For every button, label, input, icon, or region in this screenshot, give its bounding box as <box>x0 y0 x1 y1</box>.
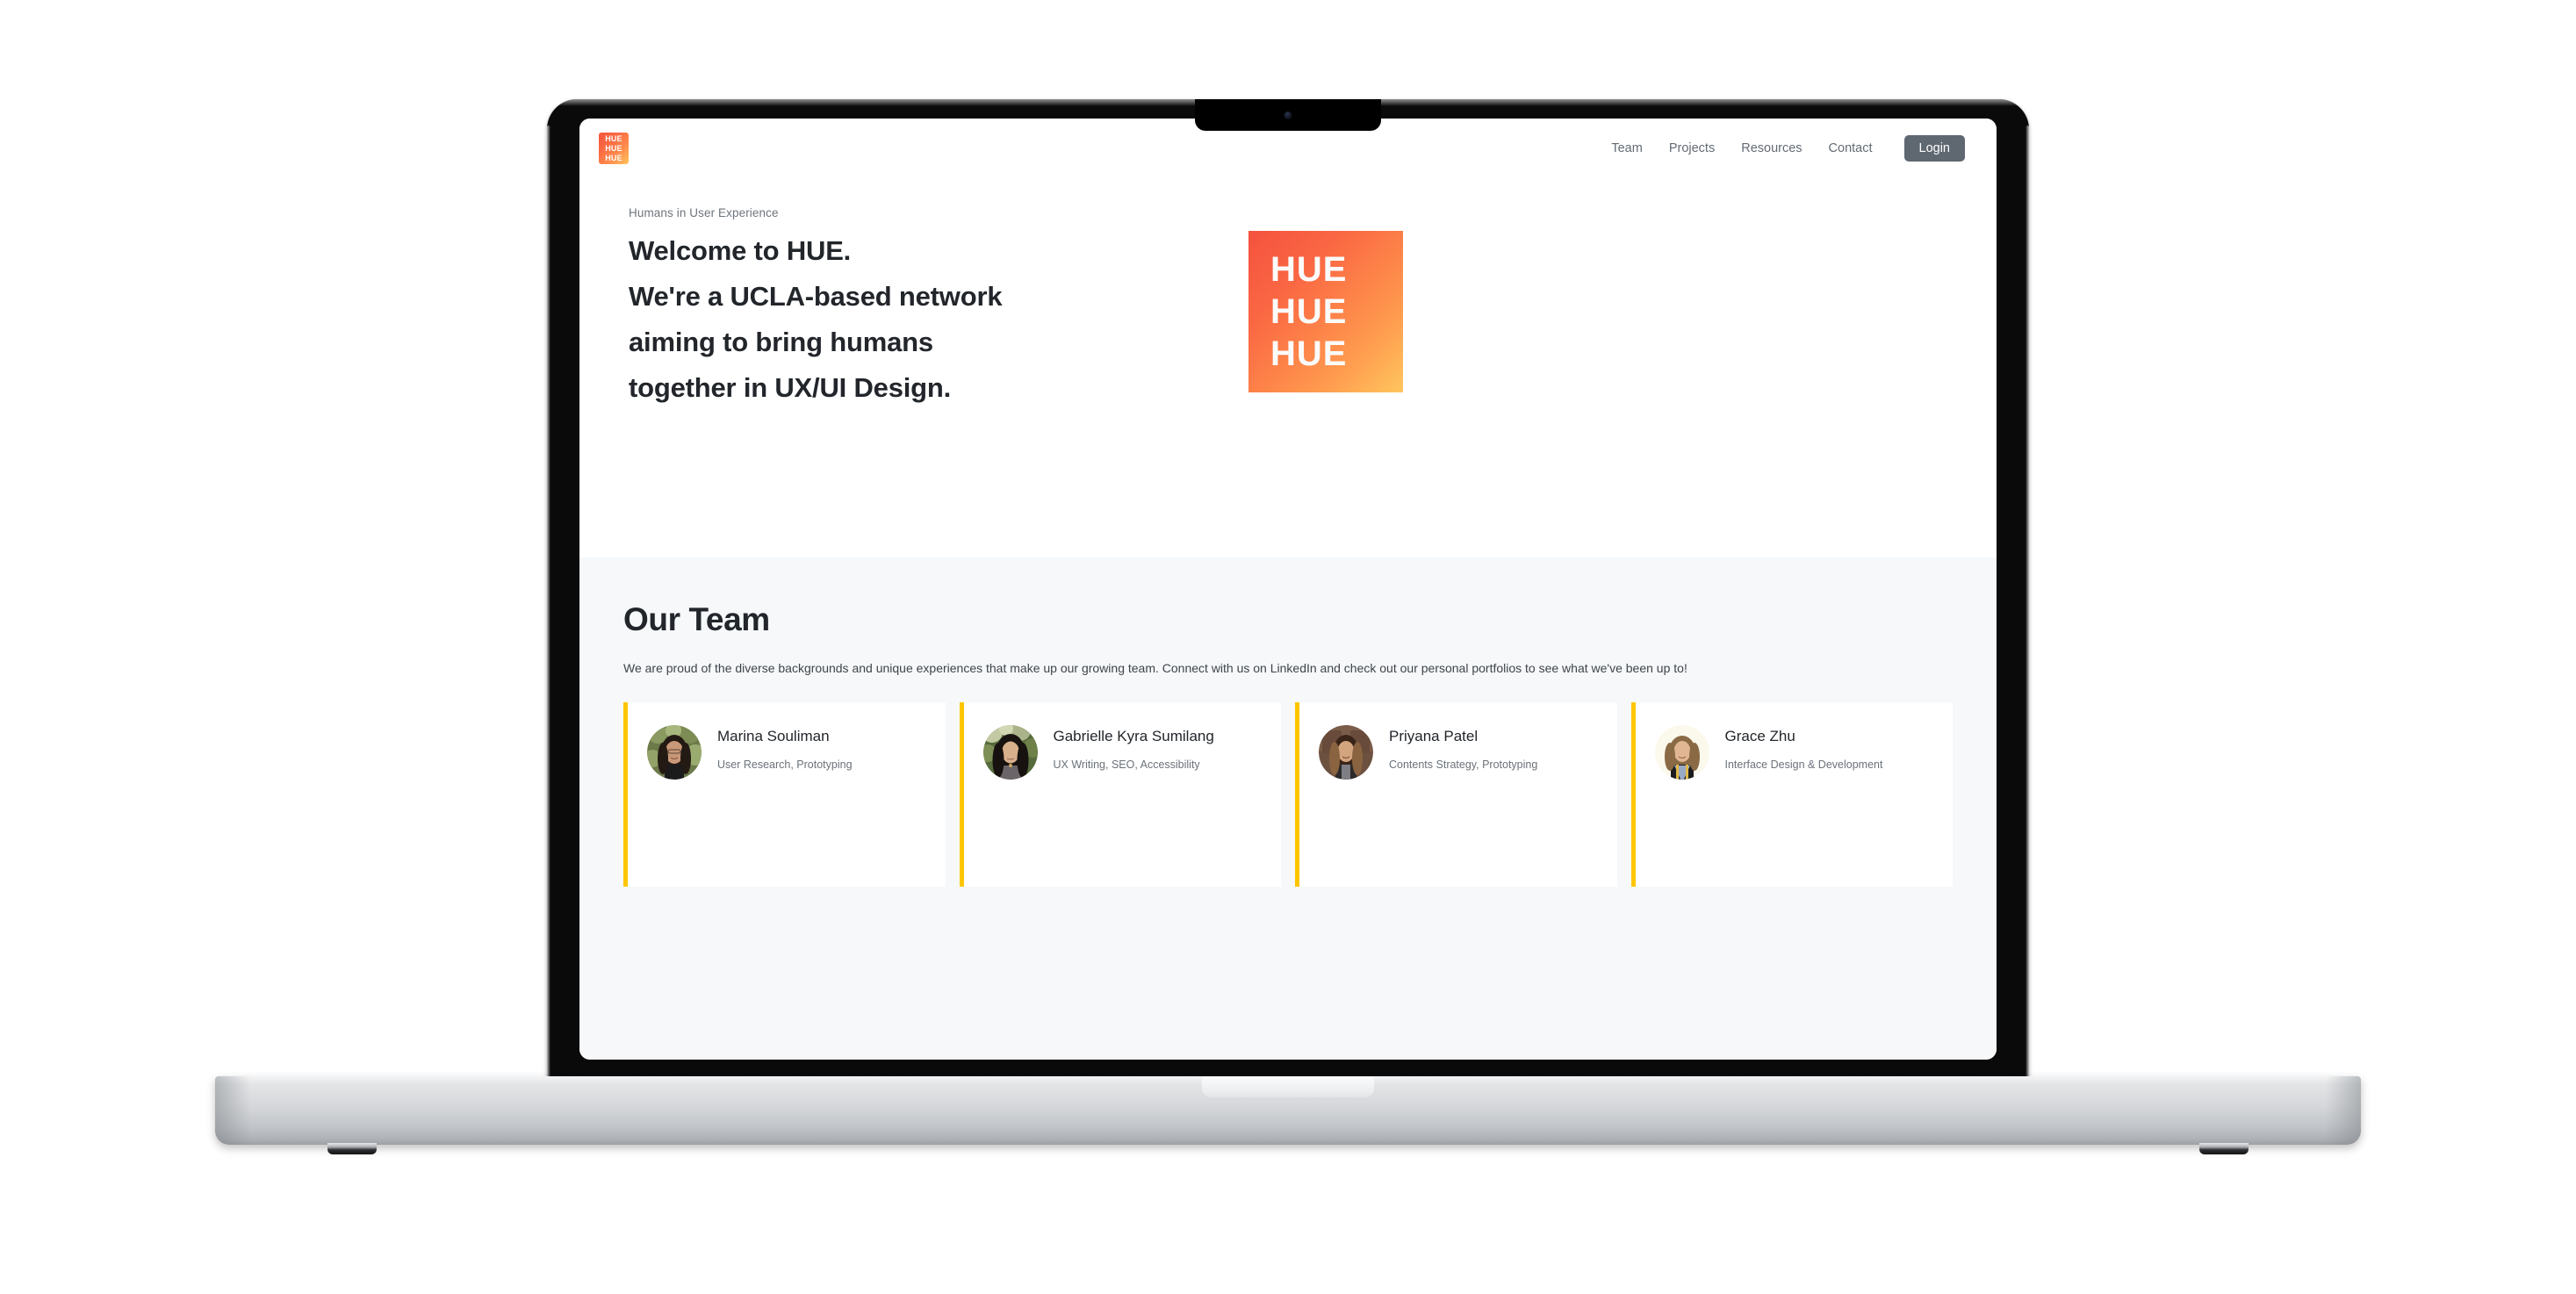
screenshot-canvas: HUE HUE HUE Team Projects Resources Cont… <box>0 0 2576 1294</box>
brand-logo-line-1: HUE <box>605 134 622 143</box>
team-card[interactable]: Grace Zhu Interface Design & Development <box>1630 702 1953 887</box>
login-button[interactable]: Login <box>1903 135 1965 162</box>
team-section: Our Team We are proud of the diverse bac… <box>579 557 1997 1060</box>
team-card-list: Marina Souliman User Research, Prototypi… <box>579 679 1997 887</box>
member-name: Priyana Patel <box>1389 728 1479 744</box>
brand-logo-line-2: HUE <box>605 144 622 153</box>
avatar <box>647 725 702 780</box>
main-navigation: Team Projects Resources Contact Login <box>1611 135 1965 162</box>
hero-title-line-4: together in UX/UI Design. <box>629 372 952 403</box>
member-name: Grace Zhu <box>1724 728 1795 744</box>
hero-section: Humans in User Experience Welcome to HUE… <box>579 178 1997 557</box>
lid-edge-right <box>2026 126 2029 1078</box>
team-header: Our Team We are proud of the diverse bac… <box>579 601 1997 679</box>
avatar <box>1654 725 1709 780</box>
hero-text-block: Humans in User Experience Welcome to HUE… <box>579 206 1220 411</box>
member-name: Marina Souliman <box>717 728 830 744</box>
hue-gradient-graphic: HUE HUE HUE <box>1248 231 1403 392</box>
member-info: Grace Zhu Interface Design & Development <box>1725 723 1883 774</box>
nav-link-resources[interactable]: Resources <box>1741 141 1802 155</box>
portrait-gabrielle-image <box>982 725 1038 780</box>
avatar <box>982 725 1038 780</box>
hue-graphic-line-3: HUE <box>1270 334 1348 373</box>
member-role: UX Writing, SEO, Accessibility <box>1053 758 1200 771</box>
member-role: User Research, Prototyping <box>717 758 853 771</box>
lid-edge-left <box>547 126 550 1078</box>
nav-link-projects[interactable]: Projects <box>1669 141 1715 155</box>
member-info: Marina Souliman User Research, Prototypi… <box>717 723 853 774</box>
member-info: Priyana Patel Contents Strategy, Prototy… <box>1389 723 1537 774</box>
laptop-mockup: HUE HUE HUE Team Projects Resources Cont… <box>215 99 2361 1154</box>
hero-title-line-2: We're a UCLA-based network <box>629 281 1003 312</box>
member-name: Gabrielle Kyra Sumilang <box>1053 728 1214 744</box>
laptop-screen-lid: HUE HUE HUE Team Projects Resources Cont… <box>547 99 2029 1081</box>
member-info: Gabrielle Kyra Sumilang UX Writing, SEO,… <box>1054 723 1214 774</box>
laptop-base-lip <box>1202 1076 1374 1097</box>
hero-art-wrapper: HUE HUE HUE <box>1248 206 1403 392</box>
member-role: Contents Strategy, Prototyping <box>1389 758 1538 771</box>
avatar <box>1319 725 1373 780</box>
web-page: HUE HUE HUE Team Projects Resources Cont… <box>579 119 1997 1060</box>
portrait-priyana-image <box>1319 725 1373 780</box>
team-card[interactable]: Gabrielle Kyra Sumilang UX Writing, SEO,… <box>959 702 1281 887</box>
hero-title-line-3: aiming to bring humans <box>629 327 933 357</box>
laptop-foot-left <box>327 1143 377 1154</box>
laptop-foot-right <box>2199 1143 2249 1154</box>
brand-logo-icon[interactable]: HUE HUE HUE <box>599 133 629 164</box>
camera-icon <box>1284 111 1292 119</box>
team-card[interactable]: Marina Souliman User Research, Prototypi… <box>623 702 946 887</box>
portrait-marina-image <box>647 725 702 780</box>
hue-graphic-line-1: HUE <box>1270 250 1348 289</box>
hero-title: Welcome to HUE. We're a UCLA-based netwo… <box>629 228 1220 411</box>
nav-link-team[interactable]: Team <box>1611 141 1642 155</box>
team-card[interactable]: Priyana Patel Contents Strategy, Prototy… <box>1295 702 1617 887</box>
team-section-description: We are proud of the diverse backgrounds … <box>623 661 1687 675</box>
team-section-title: Our Team <box>623 601 770 637</box>
member-role: Interface Design & Development <box>1724 758 1883 771</box>
laptop-base <box>215 1076 2361 1154</box>
screen-notch <box>1195 99 1381 131</box>
portrait-grace-image <box>1654 725 1709 780</box>
hero-title-line-1: Welcome to HUE. <box>629 235 852 266</box>
browser-viewport: HUE HUE HUE Team Projects Resources Cont… <box>579 119 1997 1060</box>
brand-logo-line-3: HUE <box>605 154 622 162</box>
nav-link-contact[interactable]: Contact <box>1829 141 1873 155</box>
hue-graphic-line-2: HUE <box>1270 292 1348 331</box>
hero-eyebrow: Humans in User Experience <box>629 206 779 219</box>
